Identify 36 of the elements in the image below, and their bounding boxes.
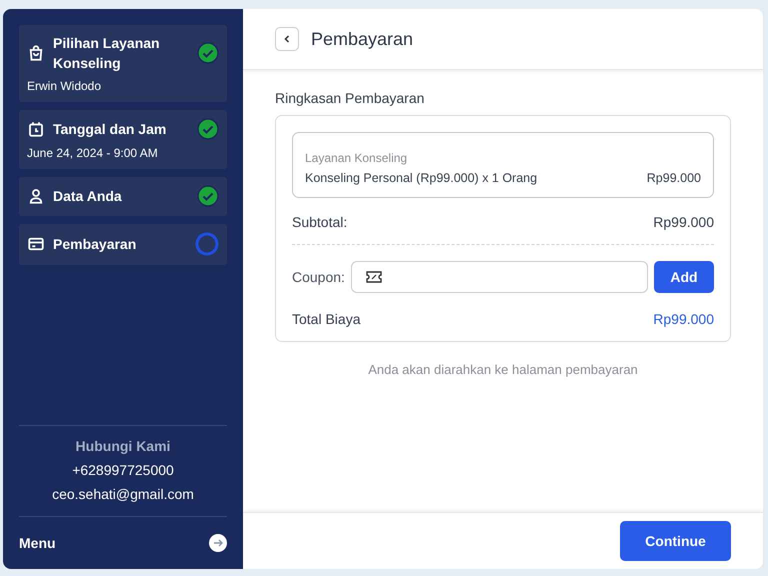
item-description: Konseling Personal (Rp99.000) x 1 Orang: [305, 171, 538, 185]
subtotal-value: Rp99.000: [653, 214, 714, 230]
contact-email: ceo.sehati@gmail.com: [52, 486, 194, 502]
step-title: Tanggal dan Jam: [53, 120, 168, 139]
page-title: Pembayaran: [311, 28, 414, 50]
card-icon: [27, 235, 45, 253]
redirect-note: Anda akan diarahkan ke halaman pembayaran: [368, 362, 638, 377]
total-value: Rp99.000: [653, 311, 714, 327]
total-label: Total Biaya: [292, 311, 360, 327]
step-subtitle: Erwin Widodo: [27, 79, 102, 93]
step-title: Data Anda: [53, 187, 123, 206]
item-price: Rp99.000: [646, 171, 701, 185]
step-card[interactable]: Pembayaran: [19, 224, 227, 265]
section-heading: Ringkasan Pembayaran: [275, 90, 426, 106]
bag-icon: [27, 44, 45, 62]
step-title: Pilihan Layanan Konseling: [53, 34, 161, 73]
contact-heading: Hubungi Kami: [76, 438, 170, 454]
step-subtitle: June 24, 2024 - 9:00 AM: [27, 146, 159, 160]
person-icon: [27, 187, 45, 205]
chevron-left-icon: [282, 34, 292, 44]
arrow-right-icon[interactable]: [209, 534, 227, 552]
coupon-label: Coupon:: [292, 269, 345, 285]
ticket-icon: [366, 271, 382, 283]
step-card[interactable]: Pilihan Layanan Konseling Erwin Widodo: [19, 25, 227, 102]
step-title: Pembayaran: [53, 235, 138, 254]
contact-phone: +628997725000: [72, 462, 174, 478]
add-button[interactable]: Add: [654, 261, 714, 293]
menu-label[interactable]: Menu: [19, 535, 56, 551]
calendar-icon: [27, 120, 45, 138]
coupon-field[interactable]: [350, 261, 648, 293]
back-button[interactable]: [275, 27, 299, 51]
continue-button[interactable]: Continue: [620, 521, 731, 561]
step-card[interactable]: Data Anda: [19, 177, 227, 216]
subtotal-label: Subtotal:: [292, 214, 348, 230]
item-category: Layanan Konseling: [305, 151, 408, 165]
step-card[interactable]: Tanggal dan Jam June 24, 2024 - 9:00 AM: [19, 110, 227, 169]
